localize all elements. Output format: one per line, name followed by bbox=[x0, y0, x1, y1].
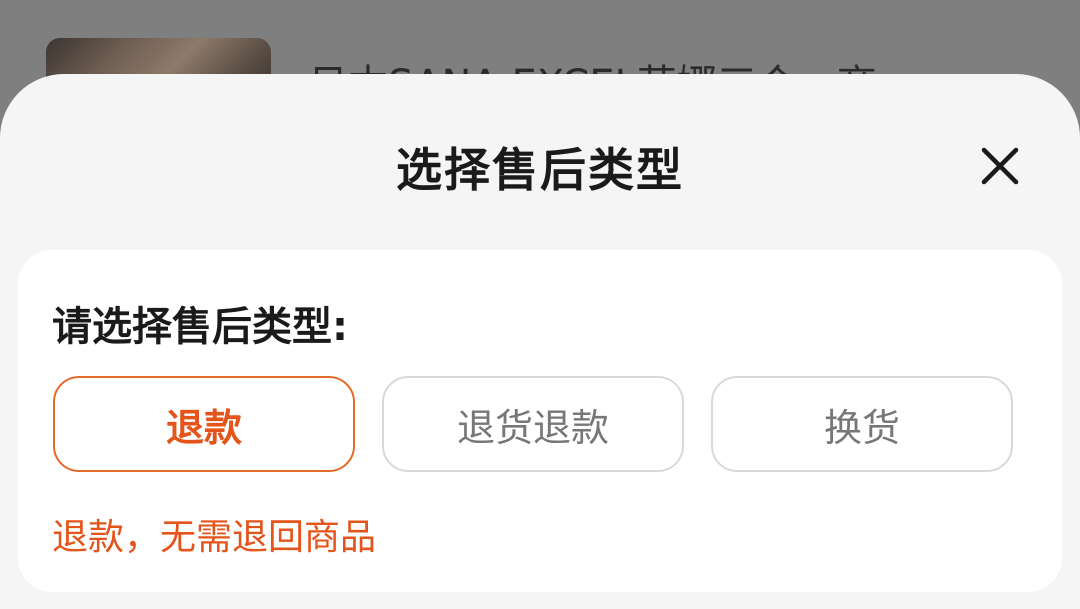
option-exchange[interactable]: 换货 bbox=[711, 376, 1013, 472]
option-label: 换货 bbox=[823, 405, 900, 450]
after-sale-type-label: 请选择售后类型: bbox=[52, 304, 348, 350]
sheet-title: 选择售后类型 bbox=[396, 143, 684, 197]
option-label: 退款 bbox=[165, 405, 242, 450]
after-sale-type-card: 请选择售后类型: 退款 退货退款 换货 退款，无需退回商品 bbox=[18, 250, 1062, 592]
selection-hint: 退款，无需退回商品 bbox=[52, 517, 377, 558]
close-icon bbox=[981, 147, 1019, 185]
after-sale-type-sheet: 选择售后类型 请选择售后类型: 退款 退货退款 换货 退款，无需退回商品 bbox=[0, 74, 1080, 609]
close-button[interactable] bbox=[972, 138, 1028, 194]
option-return-and-refund[interactable]: 退货退款 bbox=[382, 376, 684, 472]
option-label: 退货退款 bbox=[456, 405, 609, 450]
option-refund-only[interactable]: 退款 bbox=[53, 376, 355, 472]
